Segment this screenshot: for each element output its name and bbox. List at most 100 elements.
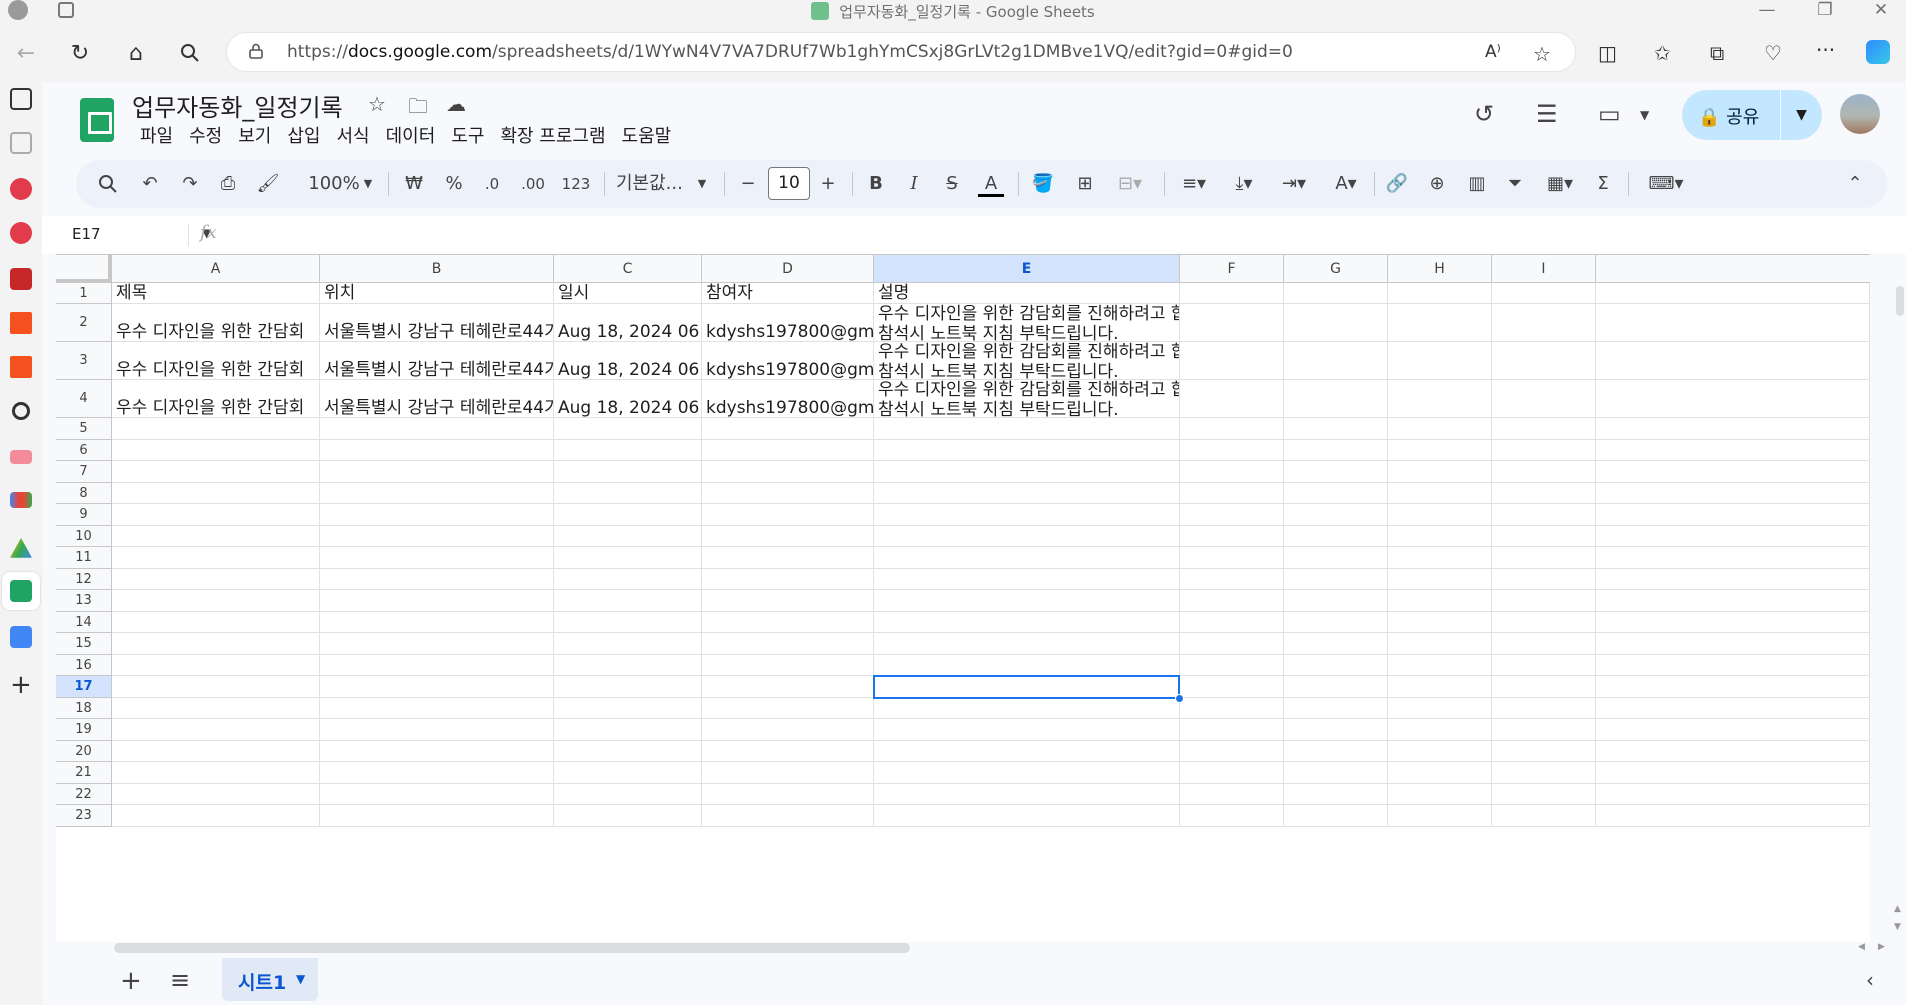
grid-cell[interactable] (1388, 783, 1492, 805)
address-bar[interactable]: https://docs.google.com/spreadsheets/d/1… (226, 32, 1576, 72)
grid-cell[interactable] (702, 805, 874, 827)
grid-cell[interactable] (874, 697, 1180, 719)
reload-button[interactable]: ↻ (62, 36, 98, 70)
grid-cell[interactable] (320, 654, 554, 676)
grid-cell[interactable] (112, 482, 320, 504)
grid-cell[interactable] (1180, 783, 1284, 805)
grid-cell[interactable] (320, 568, 554, 590)
grid-cell[interactable] (1596, 283, 1870, 304)
grid-cell[interactable] (112, 762, 320, 784)
grid-cell[interactable] (1180, 805, 1284, 827)
grid-cell[interactable] (1284, 676, 1388, 698)
grid-cell[interactable] (702, 504, 874, 526)
grid-cell[interactable] (320, 418, 554, 440)
grid-cell[interactable] (874, 740, 1180, 762)
grid-cell[interactable] (1180, 380, 1284, 418)
increase-decimal-button[interactable]: .00 (516, 170, 550, 198)
grid-cell[interactable] (1492, 740, 1596, 762)
grid-cell[interactable] (702, 590, 874, 612)
grid-cell[interactable] (874, 783, 1180, 805)
functions-icon[interactable]: Σ (1590, 170, 1616, 198)
increase-font-size-button[interactable]: + (816, 170, 840, 198)
grid-cell[interactable] (1284, 697, 1388, 719)
grid-cell[interactable] (1284, 504, 1388, 526)
grid-cell[interactable]: 우수 디자인을 위한 감담회를 진해하려고 합니다.참석시 노트북 지침 부탁드… (874, 380, 1180, 418)
grid-cell[interactable] (1492, 283, 1596, 304)
grid-cell[interactable] (702, 654, 874, 676)
collapse-toolbar-icon[interactable]: ⌃ (1842, 170, 1868, 198)
grid-cell[interactable] (112, 676, 320, 698)
grid-cell[interactable] (1388, 525, 1492, 547)
row-header[interactable]: 17 (56, 676, 112, 698)
search-icon[interactable] (172, 36, 208, 70)
column-header-e[interactable]: E (874, 255, 1180, 283)
calendar-icon[interactable] (10, 132, 32, 154)
version-history-icon[interactable]: ↺ (1474, 100, 1494, 128)
grid-cell[interactable] (702, 719, 874, 741)
grid-cell[interactable] (1180, 611, 1284, 633)
row-header[interactable]: 3 (56, 342, 112, 380)
back-button[interactable]: ← (8, 36, 44, 70)
grid-cell[interactable] (1180, 740, 1284, 762)
grid-cell[interactable] (1180, 697, 1284, 719)
grid-cell[interactable] (702, 633, 874, 655)
grid-cell[interactable] (1388, 740, 1492, 762)
grid-cell[interactable]: 서울특별시 강남구 테헤란로44기리 8 (320, 304, 554, 342)
grid-cell[interactable] (1596, 590, 1870, 612)
grid-cell[interactable] (1492, 783, 1596, 805)
grid-cell[interactable] (1492, 380, 1596, 418)
grid-cell[interactable] (1596, 547, 1870, 569)
grid-cell[interactable] (554, 633, 702, 655)
google-drive-icon[interactable] (10, 538, 32, 558)
grid-cell[interactable] (874, 611, 1180, 633)
url-text[interactable]: https://docs.google.com/spreadsheets/d/1… (287, 42, 1293, 62)
grid-cell[interactable] (554, 439, 702, 461)
favorites-icon[interactable]: ✩ (1654, 41, 1671, 65)
grid-cell[interactable] (874, 719, 1180, 741)
column-header-f[interactable]: F (1180, 255, 1284, 283)
currency-format-button[interactable]: ₩ (400, 170, 428, 198)
grid-cell[interactable] (1596, 633, 1870, 655)
grid-cell[interactable] (554, 805, 702, 827)
grid-cell[interactable] (1284, 439, 1388, 461)
grid-cell[interactable] (702, 482, 874, 504)
read-aloud-icon[interactable]: A⁾ (1485, 42, 1501, 62)
grid-cell[interactable]: Aug 18, 2024 06:00PM (554, 380, 702, 418)
grid-cell[interactable] (112, 740, 320, 762)
openai-icon[interactable] (12, 402, 30, 420)
office-icon[interactable] (10, 356, 32, 378)
grid-cell[interactable] (320, 590, 554, 612)
grid-cell[interactable] (320, 740, 554, 762)
grid-cell[interactable] (554, 504, 702, 526)
grid-cell[interactable]: 위치 (320, 283, 554, 304)
row-header[interactable]: 14 (56, 611, 112, 633)
grid-cell[interactable] (112, 805, 320, 827)
scroll-down-arrow-icon[interactable]: ▼ (1894, 922, 1901, 932)
grid-cell[interactable] (1180, 676, 1284, 698)
grid-cell[interactable]: kdyshs197800@gmail.com (702, 342, 874, 380)
row-header[interactable]: 9 (56, 504, 112, 526)
grid-cell[interactable] (554, 611, 702, 633)
move-folder-icon[interactable]: 🗀 (408, 92, 428, 126)
grid-cell[interactable] (320, 697, 554, 719)
grid-cell[interactable] (1180, 482, 1284, 504)
grid-cell[interactable] (1388, 633, 1492, 655)
grid-cell[interactable] (1596, 762, 1870, 784)
share-button[interactable]: 🔒 공유 ▼ (1682, 90, 1822, 140)
redo-icon[interactable]: ↷ (176, 170, 204, 198)
grid-cell[interactable] (1180, 568, 1284, 590)
grid-cell[interactable] (1596, 611, 1870, 633)
column-header-h[interactable]: H (1388, 255, 1492, 283)
grid-cell[interactable] (1596, 654, 1870, 676)
grid-cell[interactable]: 우수 디자인을 위한 감담회를 진해하려고 합니다.참석시 노트북 지침 부탁드… (874, 304, 1180, 342)
scroll-right-arrow-icon[interactable]: ▶ (1878, 942, 1885, 952)
more-options-icon[interactable]: ··· (1816, 38, 1835, 62)
grid-cell[interactable] (320, 762, 554, 784)
row-header[interactable]: 6 (56, 439, 112, 461)
book-icon[interactable] (10, 268, 32, 290)
grid-cell[interactable] (1388, 482, 1492, 504)
grid-cell[interactable] (702, 697, 874, 719)
extension-icon[interactable] (10, 178, 32, 200)
grid-cell[interactable] (320, 719, 554, 741)
grid-cell[interactable] (1388, 380, 1492, 418)
